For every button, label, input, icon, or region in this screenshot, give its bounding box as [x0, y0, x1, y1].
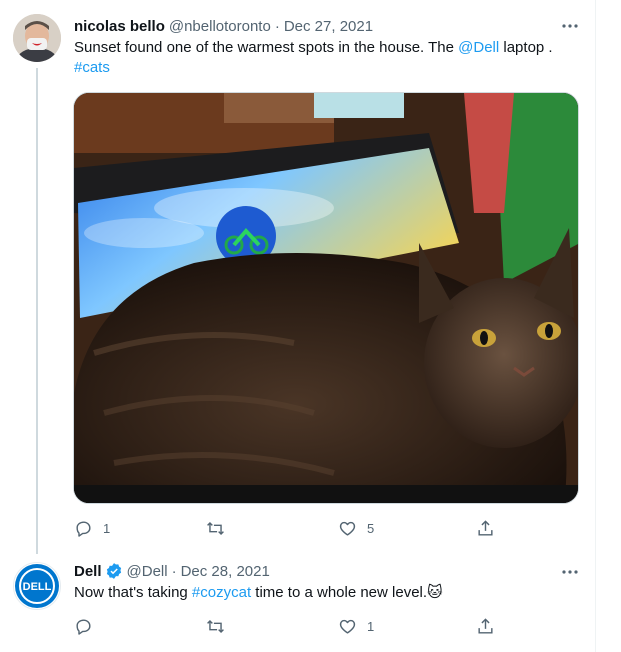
tweet-date[interactable]: Dec 27, 2021 — [284, 18, 373, 35]
like-icon — [339, 619, 356, 634]
tweet-date[interactable]: Dec 28, 2021 — [181, 563, 270, 580]
cat-emoji-icon: 🐱 — [427, 584, 443, 601]
retweet-icon — [207, 619, 224, 633]
hashtag-link[interactable]: #cozycat — [192, 584, 251, 601]
tweet-text: Sunset found one of the warmest spots in… — [74, 38, 574, 78]
tweet-text: Now that's taking #cozycat time to a who… — [74, 583, 574, 603]
avatar-dell[interactable]: DELL — [13, 562, 61, 610]
share-button[interactable] — [476, 617, 495, 636]
tweet-original[interactable]: nicolas bello @nbellotoronto · Dec 27, 2… — [0, 0, 596, 552]
reply-icon — [76, 618, 91, 635]
tweet-actions: 1 5 — [70, 516, 510, 540]
like-count: 1 — [367, 618, 375, 634]
like-button[interactable]: 1 — [338, 617, 374, 636]
retweet-button[interactable] — [206, 519, 235, 538]
author-handle[interactable]: @nbellotoronto — [169, 18, 271, 35]
reply-button[interactable]: 1 — [74, 519, 110, 538]
tweet-text-part: laptop . — [499, 39, 553, 56]
reply-button[interactable] — [74, 617, 103, 636]
mention-link[interactable]: @Dell — [458, 39, 499, 56]
separator-dot: · — [171, 562, 177, 580]
timeline-frame: nicolas bello @nbellotoronto · Dec 27, 2… — [0, 0, 596, 652]
tweet-text-part: time to a whole new level. — [251, 584, 428, 601]
tweet-actions: 1 — [70, 614, 510, 638]
dell-logo-text: DELL — [23, 581, 52, 593]
retweet-button[interactable] — [206, 617, 235, 636]
author-name[interactable]: nicolas bello — [74, 18, 165, 35]
share-icon — [478, 617, 493, 634]
share-button[interactable] — [476, 519, 495, 538]
separator-dot: · — [274, 17, 280, 35]
hashtag-link[interactable]: #cats — [74, 59, 110, 76]
cat-on-laptop-photo — [74, 93, 578, 503]
like-icon — [339, 521, 356, 536]
avatar-face-image — [13, 14, 61, 62]
retweet-icon — [207, 521, 224, 535]
tweet-text-part: Sunset found one of the warmest spots in… — [74, 39, 459, 56]
more-icon[interactable] — [558, 14, 582, 38]
reply-icon — [76, 520, 91, 537]
share-icon — [478, 519, 493, 536]
more-icon[interactable] — [558, 560, 582, 584]
tweet-header: Dell @Dell · Dec 28, 2021 — [74, 561, 270, 581]
verified-badge-icon — [106, 563, 121, 579]
author-handle[interactable]: @Dell — [127, 563, 168, 580]
tweet-header: nicolas bello @nbellotoronto · Dec 27, 2… — [74, 16, 373, 36]
tweet-photo[interactable] — [73, 92, 579, 504]
tweet-text-part: Now that's taking — [74, 584, 192, 601]
tweet-reply[interactable]: DELL Dell @Dell · Dec 28, 2021 Now that'… — [0, 552, 596, 652]
like-count: 5 — [367, 520, 375, 536]
reply-count: 1 — [103, 520, 111, 536]
like-button[interactable]: 5 — [338, 519, 374, 538]
dell-logo-icon: DELL — [15, 564, 59, 608]
avatar-nicolas-bello[interactable] — [13, 14, 61, 62]
author-name[interactable]: Dell — [74, 563, 102, 580]
